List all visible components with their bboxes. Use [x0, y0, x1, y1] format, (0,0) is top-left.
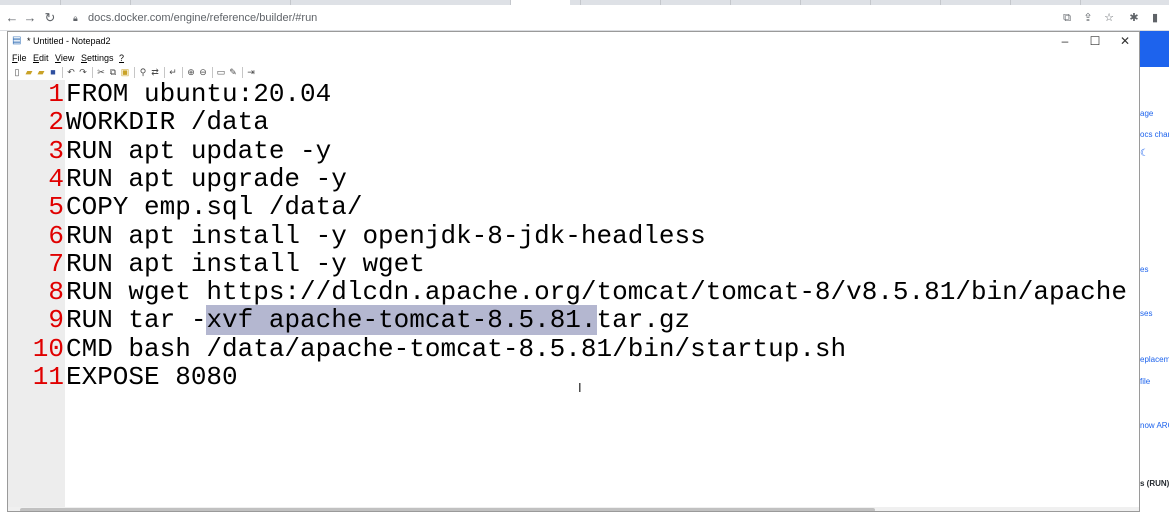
text-cursor-icon: I	[578, 380, 582, 395]
save-icon[interactable]: ■	[48, 66, 58, 78]
toolbar-separator	[134, 67, 135, 78]
selected-text[interactable]: xvf apache-tomcat-8.5.81.	[206, 305, 597, 336]
scrollbar-thumb[interactable]	[20, 508, 875, 511]
menu-edit-label: dit	[39, 53, 49, 63]
line-number: 2	[48, 107, 64, 138]
toc-link[interactable]: now ARC	[1140, 421, 1169, 431]
toc-link[interactable]: file	[1140, 377, 1150, 387]
toolbar-separator	[182, 67, 183, 78]
paste-icon[interactable]: ▣	[120, 66, 130, 78]
menu-settings-label: ettings	[87, 53, 114, 63]
title-bar[interactable]: ▤ * Untitled - Notepad2 – ☐ ✕	[8, 32, 1139, 50]
code-line[interactable]: RUN apt upgrade -y	[66, 165, 347, 193]
toolbar-separator	[92, 67, 93, 78]
menu-settings[interactable]: Settings	[81, 52, 114, 64]
toc-link[interactable]: age	[1140, 109, 1153, 119]
toc-link[interactable]: eplacem	[1140, 355, 1169, 365]
menu-file[interactable]: File	[12, 52, 27, 64]
line-number-gutter: 1 2 3 4 5 6 7 8 9 10 11	[8, 80, 65, 507]
scheme-icon[interactable]: ▭	[216, 66, 226, 78]
code-text: tar.gz	[596, 305, 691, 336]
toc-link-active[interactable]: s (RUN)	[1140, 479, 1169, 489]
close-button[interactable]: ✕	[1110, 32, 1139, 50]
editor-area[interactable]: 1 2 3 4 5 6 7 8 9 10 11 FROM ubuntu:20.0…	[8, 80, 1139, 507]
toc-link[interactable]: ocs char	[1140, 130, 1169, 140]
copy-icon[interactable]: ⧉	[108, 66, 118, 78]
window-title: * Untitled - Notepad2	[27, 36, 111, 46]
docs-page-edge: age ocs char ☾ es ses eplacem file now A…	[1140, 31, 1169, 512]
line-number: 9	[48, 305, 64, 336]
line-number: 10	[32, 333, 64, 364]
code-line[interactable]: RUN apt install -y openjdk-8-jdk-headles…	[66, 222, 706, 250]
code-line[interactable]: COPY emp.sql /data/	[66, 193, 362, 221]
code-line[interactable]: FROM ubuntu:20.04	[66, 80, 331, 108]
docs-header-strip	[1140, 31, 1169, 67]
code-text-area[interactable]: FROM ubuntu:20.04 WORKDIR /data RUN apt …	[65, 80, 1139, 507]
line-number: 1	[48, 80, 64, 109]
code-line[interactable]: RUN wget https://dlcdn.apache.org/tomcat…	[66, 278, 1127, 306]
word-wrap-icon[interactable]: ↵	[168, 66, 178, 78]
share-icon[interactable]: ⇪	[1081, 11, 1095, 25]
undo-icon[interactable]: ↶	[66, 66, 76, 78]
line-number: 11	[32, 362, 64, 392]
new-file-icon[interactable]: ▯	[12, 66, 22, 78]
code-line[interactable]: CMD bash /data/apache-tomcat-8.5.81/bin/…	[66, 335, 846, 363]
redo-icon[interactable]: ↷	[78, 66, 88, 78]
find-icon[interactable]: ⚲	[138, 66, 148, 78]
forward-icon[interactable]: →	[22, 10, 38, 26]
menu-edit[interactable]: Edit	[33, 52, 49, 64]
back-icon[interactable]: ←	[4, 10, 20, 26]
code-line[interactable]: RUN apt install -y wget	[66, 250, 425, 278]
code-line[interactable]: RUN apt update -y	[66, 137, 331, 165]
replace-icon[interactable]: ⇄	[150, 66, 160, 78]
line-number: 8	[48, 277, 64, 308]
browse-icon[interactable]: ▰	[36, 66, 46, 78]
code-line[interactable]: EXPOSE 8080	[66, 363, 238, 391]
translate-icon[interactable]: ⧉	[1060, 11, 1074, 25]
line-number: 7	[48, 248, 64, 279]
customize-scheme-icon[interactable]: ✎	[228, 66, 238, 78]
profile-icon[interactable]: ▮	[1148, 11, 1162, 25]
menu-help[interactable]: ?	[119, 52, 124, 64]
horizontal-scrollbar[interactable]	[8, 507, 1139, 511]
zoom-in-icon[interactable]: ⊕	[186, 66, 196, 78]
toolbar-separator	[242, 67, 243, 78]
toolbar-separator	[212, 67, 213, 78]
cut-icon[interactable]: ✂	[96, 66, 106, 78]
menu-bar: File Edit View Settings ?	[8, 51, 1139, 65]
toolbar-separator	[62, 67, 63, 78]
line-number: 3	[48, 135, 64, 166]
bookmark-star-icon[interactable]: ☆	[1102, 11, 1116, 25]
code-line[interactable]: WORKDIR /data	[66, 108, 269, 136]
menu-file-label: ile	[17, 53, 27, 63]
code-line-with-selection[interactable]: RUN tar -xvf apache-tomcat-8.5.81.tar.gz	[66, 305, 691, 336]
exit-icon[interactable]: ⇥	[246, 66, 256, 78]
moon-icon[interactable]: ☾	[1140, 149, 1149, 159]
menu-view-label: iew	[60, 53, 75, 63]
toc-link[interactable]: es	[1140, 265, 1148, 275]
lock-icon[interactable]: 🔒︎	[73, 13, 83, 23]
maximize-button[interactable]: ☐	[1080, 32, 1110, 50]
line-number: 4	[48, 163, 64, 194]
open-folder-icon[interactable]: ▰	[24, 66, 34, 78]
url-bar[interactable]: docs.docker.com/engine/reference/builder…	[88, 11, 317, 25]
extensions-icon[interactable]: ✱	[1127, 11, 1141, 25]
notepad2-window: ▤ * Untitled - Notepad2 – ☐ ✕ File Edit …	[7, 31, 1140, 512]
notepad-app-icon[interactable]: ▤	[12, 35, 23, 46]
toolbar: ▯ ▰ ▰ ■ ↶ ↷ ✂ ⧉ ▣ ⚲ ⇄ ↵ ⊕ ⊖ ▭ ✎ ⇥	[8, 65, 1139, 80]
menu-help-mnemonic: ?	[119, 53, 125, 63]
code-text: RUN tar -	[66, 305, 207, 336]
toolbar-separator	[164, 67, 165, 78]
toc-link[interactable]: ses	[1140, 309, 1152, 319]
menu-view[interactable]: View	[55, 52, 74, 64]
browser-toolbar: ← → ↻ 🔒︎ docs.docker.com/engine/referenc…	[0, 5, 1169, 31]
zoom-out-icon[interactable]: ⊖	[198, 66, 208, 78]
line-number: 5	[48, 192, 64, 223]
minimize-button[interactable]: –	[1050, 32, 1080, 50]
line-number: 6	[48, 220, 64, 251]
reload-icon[interactable]: ↻	[42, 10, 58, 26]
